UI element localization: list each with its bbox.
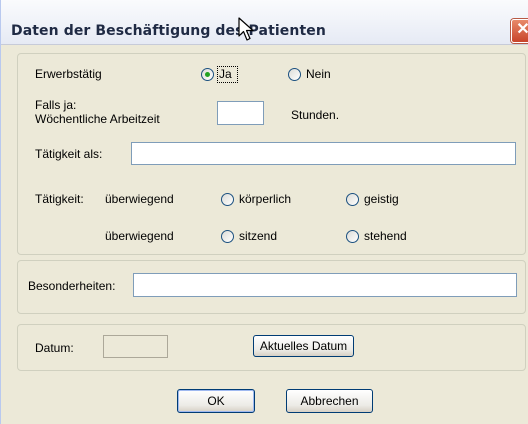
special-input[interactable] [133,273,517,297]
date-label: Datum: [35,341,74,355]
hours-label-line1: Falls ja: [35,98,77,112]
current-date-button[interactable]: Aktuelles Datum [253,335,354,357]
cancel-button[interactable]: Abbrechen [286,389,373,413]
row1-label: überwiegend [105,192,174,206]
title-bar[interactable]: Daten der Beschäftigung des Patienten ✕ [1,0,528,45]
employment-no-radio[interactable] [288,68,301,81]
activity-label: Tätigkeit als: [35,147,103,161]
hours-label-line2: Wöchentliche Arbeitzeit [35,112,160,126]
date-input [103,335,168,358]
employment-label: Erwerbstätig [35,67,102,81]
dialog-title: Daten der Beschäftigung des Patienten [11,23,326,39]
standing-radio[interactable] [346,230,359,243]
special-label: Besonderheiten: [28,279,116,293]
ok-button[interactable]: OK [177,389,255,413]
row2-label: überwiegend [105,229,174,243]
close-icon[interactable]: ✕ [511,19,528,43]
physical-label[interactable]: körperlich [239,192,291,206]
activity-type-label: Tätigkeit: [35,192,84,206]
mouse-pointer-icon [238,17,254,41]
physical-radio[interactable] [221,193,234,206]
employment-no-label[interactable]: Nein [306,67,331,81]
mental-label[interactable]: geistig [364,192,399,206]
standing-label[interactable]: stehend [364,229,407,243]
sitting-label[interactable]: sitzend [239,229,277,243]
employment-yes-radio[interactable] [201,68,214,81]
mental-radio[interactable] [346,193,359,206]
weekly-hours-input[interactable] [217,101,264,125]
activity-input[interactable] [131,142,516,165]
employment-yes-label[interactable]: Ja [219,67,232,81]
sitting-radio[interactable] [221,230,234,243]
hours-unit-label: Stunden. [291,108,340,122]
dialog-window: Daten der Beschäftigung des Patienten ✕ … [0,0,528,424]
